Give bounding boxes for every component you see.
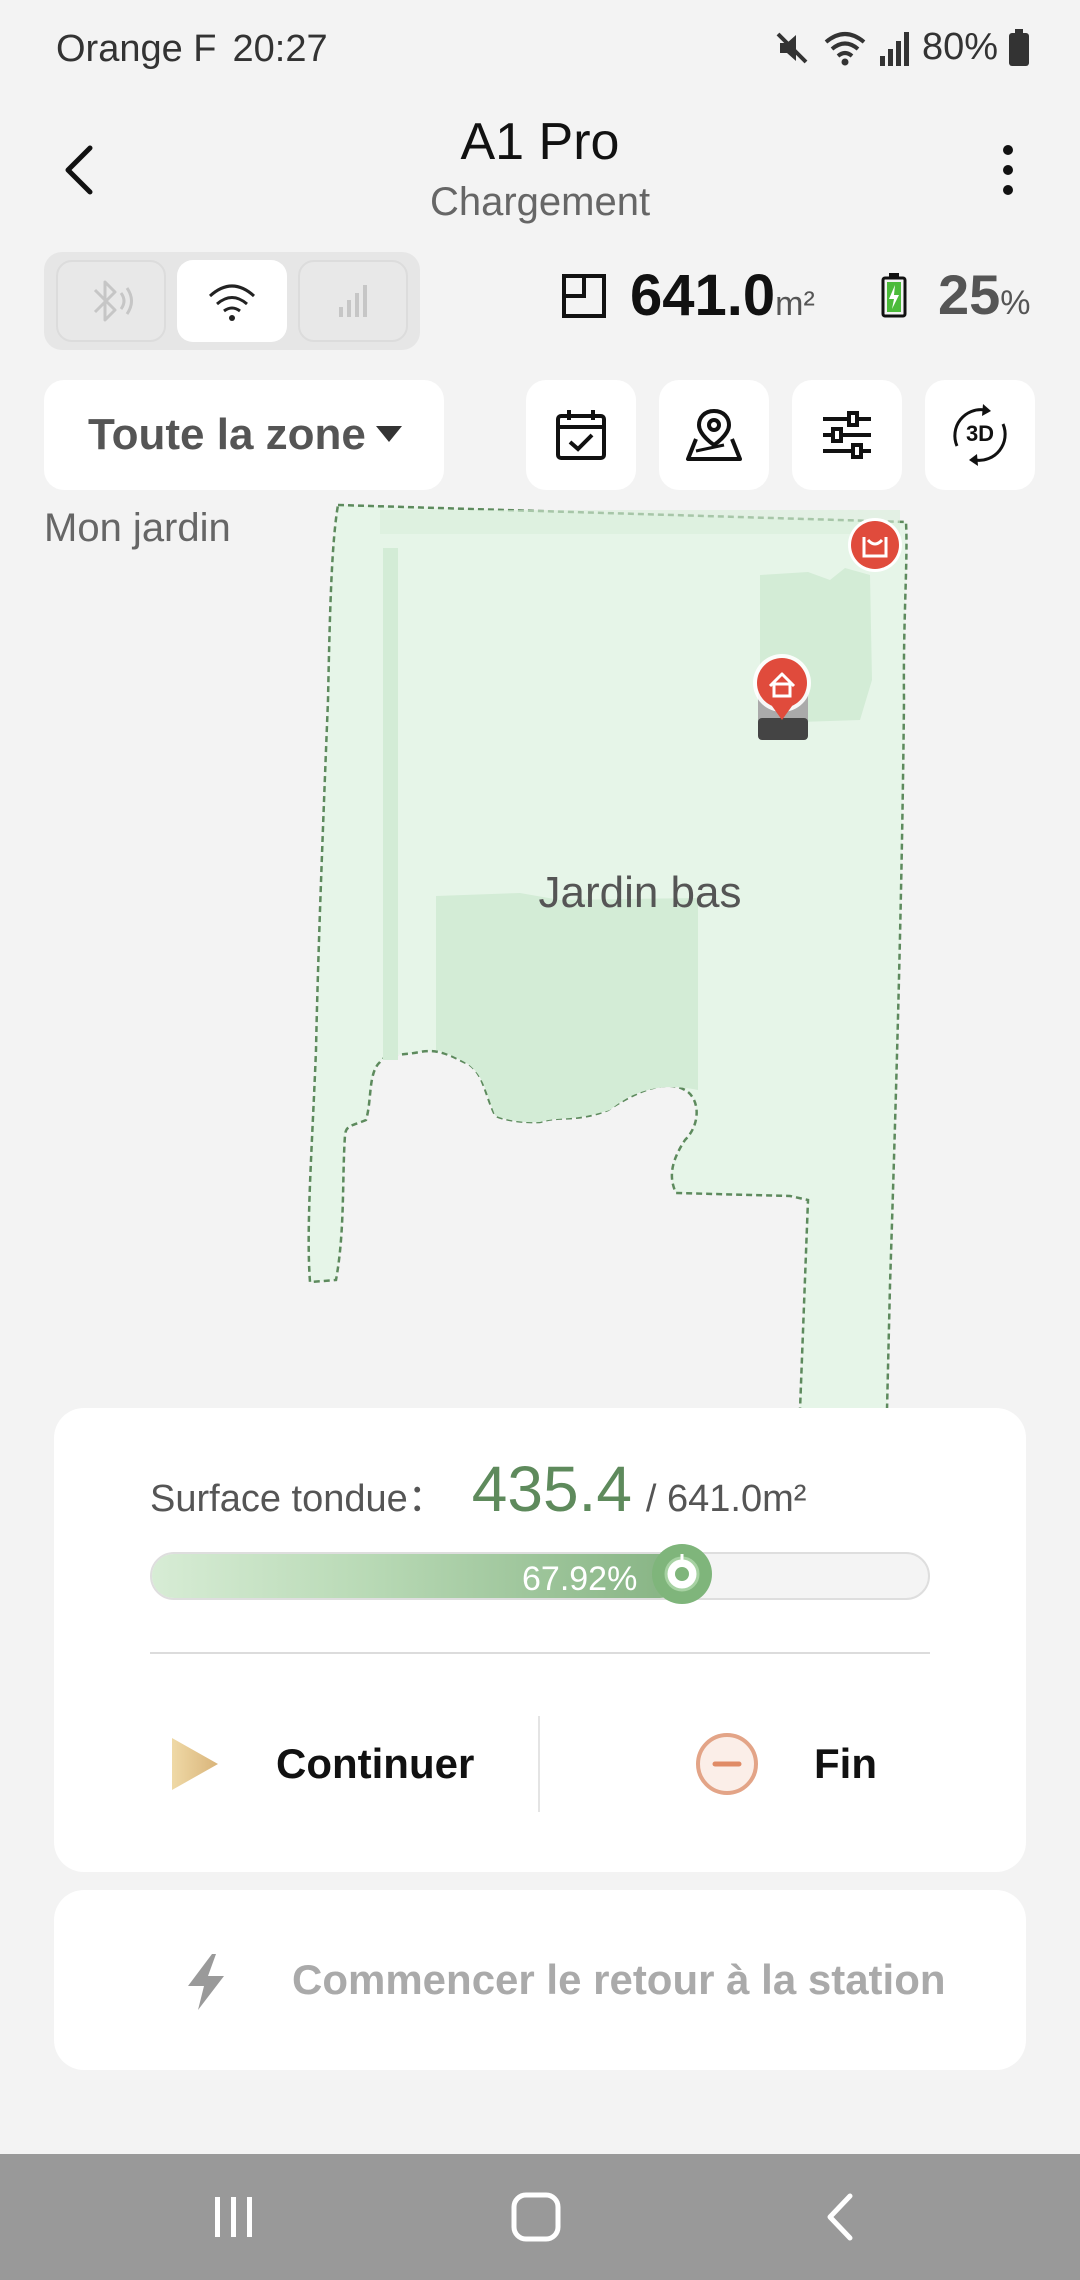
zone-dropdown[interactable]: Toute la zone: [44, 380, 444, 490]
battery-icon: [1008, 28, 1030, 67]
map-edit-button[interactable]: [659, 380, 769, 490]
progress-percent: 67.92%: [522, 1560, 638, 1598]
schedule-icon: [556, 410, 606, 460]
carrier-name: Orange F: [56, 28, 217, 70]
mowing-progress-bar: 67.92%: [150, 1544, 930, 1604]
more-options-button[interactable]: [988, 140, 1028, 200]
cellular-signal-icon: [339, 285, 367, 317]
battery-percent: 80%: [921, 26, 998, 68]
system-back-button[interactable]: [800, 2184, 880, 2250]
recent-apps-button[interactable]: [194, 2184, 274, 2250]
lightning-icon: [188, 1954, 224, 2010]
wifi-icon: [208, 284, 256, 321]
progress-knob: [652, 1544, 712, 1604]
bluetooth-connection-button[interactable]: [56, 260, 166, 342]
settings-button[interactable]: [792, 380, 902, 490]
charging-station-marker[interactable]: [848, 518, 902, 572]
3d-view-icon: 3D: [953, 404, 1007, 466]
battery-value: 25: [938, 263, 1001, 326]
status-bar: Orange F 20:27 80%: [0, 0, 1080, 100]
cellular-connection-button[interactable]: [298, 260, 408, 342]
mute-icon: [772, 28, 812, 68]
home-square-icon: [511, 2192, 561, 2242]
end-button[interactable]: Fin: [574, 1716, 994, 1812]
area-icon: [562, 273, 606, 318]
mowing-progress-card: Surface tondue： 435.4 / 641.0m² 67.92% C…: [54, 1408, 1026, 1872]
mowed-strip: [383, 548, 398, 1060]
mowed-area: [436, 893, 698, 1123]
stop-circle-icon: [696, 1733, 758, 1795]
bluetooth-icon: [93, 280, 133, 322]
area-unit: m²: [775, 285, 815, 323]
settings-sliders-icon: [823, 411, 871, 459]
return-to-station-button[interactable]: Commencer le retour à la station: [54, 1890, 1026, 2070]
device-status: Chargement: [429, 180, 651, 224]
wifi-status-icon: [822, 28, 868, 68]
area-value: 641.0: [630, 263, 776, 328]
lawn-map[interactable]: Jardin bas: [0, 490, 1080, 1412]
mowed-area-value: 435.4: [471, 1453, 632, 1525]
total-area-value: / 641.0m²: [645, 1478, 807, 1520]
chevron-down-icon: [376, 426, 402, 442]
action-divider: [538, 1716, 540, 1812]
3d-label: 3D: [966, 421, 994, 446]
home-button[interactable]: [496, 2184, 576, 2250]
app-header: A1 Pro Chargement: [0, 100, 1080, 240]
clock: 20:27: [232, 28, 328, 70]
mower-battery-icon: [881, 272, 907, 317]
continue-button[interactable]: Continuer: [114, 1716, 514, 1812]
card-divider: [150, 1652, 930, 1654]
mower-progress-icon: [664, 1554, 700, 1592]
mower-marker[interactable]: [753, 654, 811, 740]
mower-battery-stat: 25 %: [880, 262, 1031, 327]
end-label: Fin: [814, 1740, 877, 1787]
system-nav-bar: [0, 2154, 1080, 2280]
map-area-stat: 641.0 m²: [560, 262, 815, 329]
map-edit-icon: [686, 408, 742, 461]
recent-apps-icon: [215, 2197, 252, 2237]
zone-name-label: Jardin bas: [538, 868, 741, 917]
signal-icon: [878, 28, 912, 68]
mowed-area-label: Surface tondue：: [150, 1478, 446, 1520]
return-to-station-label: Commencer le retour à la station: [292, 1956, 946, 2003]
connection-selector: [44, 252, 420, 350]
play-icon: [172, 1738, 218, 1790]
schedule-button[interactable]: [526, 380, 636, 490]
continue-label: Continuer: [276, 1740, 475, 1787]
zone-selected-label: Toute la zone: [88, 410, 366, 459]
battery-unit: %: [1000, 284, 1031, 322]
device-title: A1 Pro: [460, 113, 620, 171]
3d-view-button[interactable]: 3D: [925, 380, 1035, 490]
mowed-area-row: Surface tondue： 435.4 / 641.0m²: [150, 1452, 806, 1526]
wifi-connection-button[interactable]: [177, 260, 287, 342]
system-back-icon: [827, 2193, 853, 2241]
